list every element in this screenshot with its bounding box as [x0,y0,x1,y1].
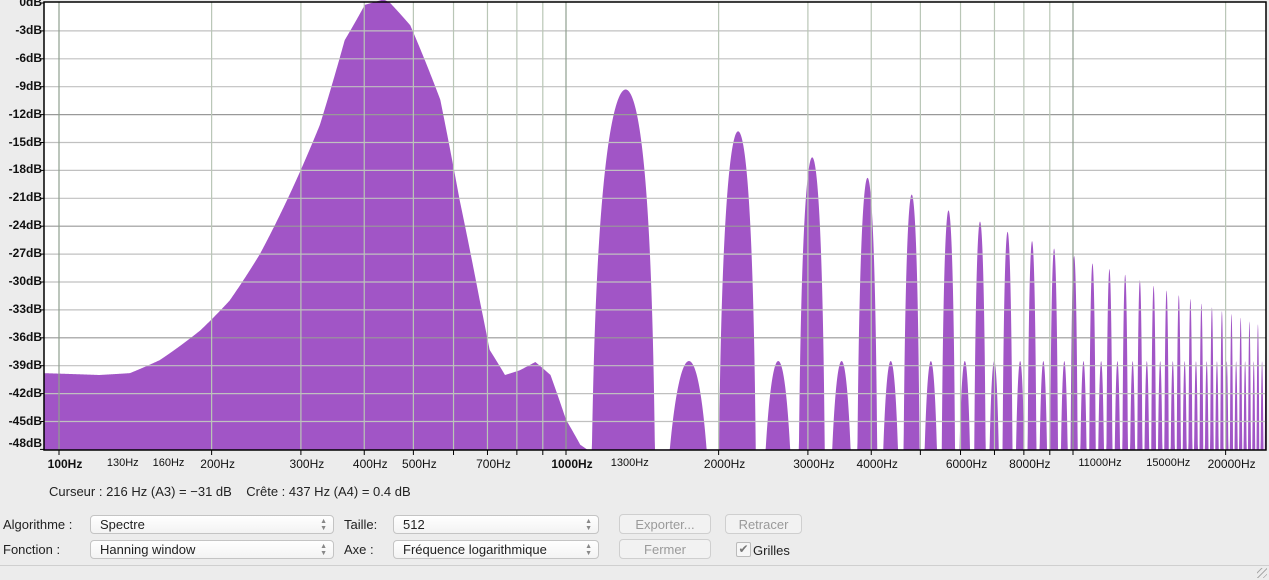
x-tick-label: 160Hz [152,457,185,469]
select-arrows-icon: ▲ ▼ [585,518,592,532]
grids-label[interactable]: Grilles [753,543,790,558]
y-tick-label: -45dB [8,413,42,428]
size-value: 512 [403,517,425,532]
algorithm-select[interactable]: Spectre ▲ ▼ [90,515,334,534]
separator [0,565,1269,566]
x-tick-label: 200Hz [200,457,235,471]
y-tick-label: -42dB [8,385,42,400]
y-tick-label: 0dB [19,0,42,9]
y-tick-label: -12dB [8,106,42,121]
x-tick-label: 700Hz [476,457,511,471]
y-tick-label: -27dB [8,246,42,261]
x-tick-label: 11000Hz [1078,457,1122,469]
algorithm-label: Algorithme : [3,517,73,532]
y-tick-label: -18dB [8,162,42,177]
function-select[interactable]: Hanning window ▲ ▼ [90,540,334,559]
algorithm-value: Spectre [100,517,145,532]
redraw-button[interactable]: Retracer [725,514,802,534]
size-select[interactable]: 512 ▲ ▼ [393,515,599,534]
x-tick-label: 4000Hz [856,457,898,471]
y-tick-label: -3dB [15,22,42,37]
select-arrows-icon: ▲ ▼ [320,543,327,557]
y-tick-label: -9dB [15,78,42,93]
x-tick-label: 20000Hz [1207,457,1256,471]
y-tick-label: -15dB [8,134,42,149]
y-tick-label: -21dB [8,190,42,205]
y-tick-label: -24dB [8,218,42,233]
x-tick-label: 300Hz [289,457,325,471]
y-tick-label: -48dB [8,436,42,450]
x-tick-label: 1000Hz [551,457,593,471]
close-button[interactable]: Fermer [619,539,711,559]
x-tick-label: 2000Hz [703,457,746,471]
spectrum-plot[interactable] [0,0,1269,470]
function-label: Fonction : [3,542,61,557]
y-tick-label: -6dB [15,50,42,65]
y-tick-label: -39dB [8,357,42,372]
select-arrows-icon: ▲ ▼ [320,518,327,532]
cursor-peak-readout: Curseur : 216 Hz (A3) = −31 dB Crête : 4… [49,484,411,499]
grids-checkbox[interactable]: ✔ [736,542,751,557]
axis-label: Axe : [344,542,374,557]
axis-select[interactable]: Fréquence logarithmique ▲ ▼ [393,540,599,559]
select-arrows-icon: ▲ ▼ [585,543,592,557]
axis-value: Fréquence logarithmique [403,542,547,557]
x-tick-label: 3000Hz [793,457,835,471]
x-tick-label: 15000Hz [1146,457,1191,469]
resize-grip-icon[interactable] [1257,568,1267,578]
x-tick-label: 1300Hz [610,457,649,469]
x-tick-label: 130Hz [106,457,139,469]
x-tick-label: 6000Hz [945,457,988,471]
y-tick-label: -30dB [8,274,42,288]
x-tick-label: 400Hz [352,457,388,471]
export-button[interactable]: Exporter... [619,514,711,534]
x-tick-label: 100Hz [47,457,83,471]
x-tick-label: 8000Hz [1009,457,1051,471]
x-tick-label: 500Hz [402,457,437,471]
y-tick-label: -33dB [8,301,42,316]
size-label: Taille: [344,517,378,532]
function-value: Hanning window [100,542,196,557]
y-tick-label: -36dB [8,329,42,344]
